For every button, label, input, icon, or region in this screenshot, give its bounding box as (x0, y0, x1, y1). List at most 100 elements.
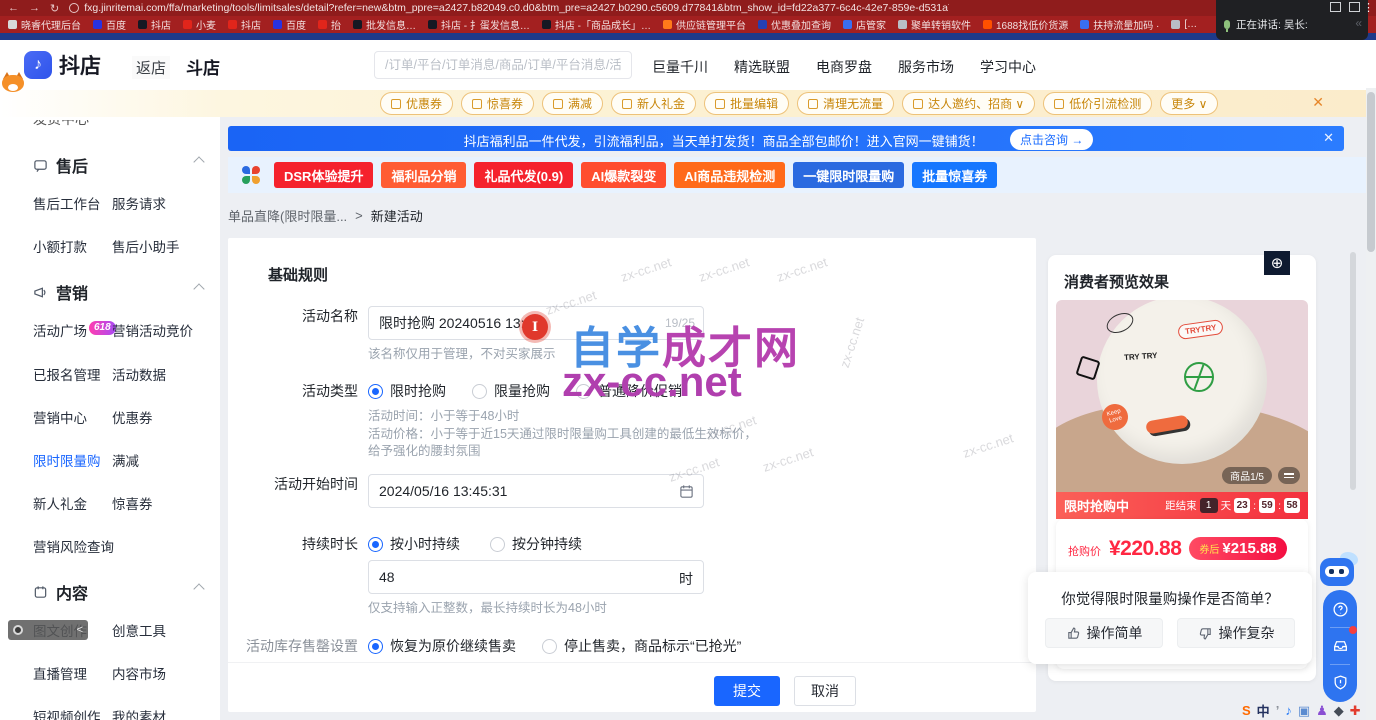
sidebar-item[interactable]: 售后工作台 (33, 193, 112, 213)
recorder-collapse-icon[interactable]: < (77, 624, 83, 636)
promo-close-icon[interactable]: ✕ (1312, 94, 1324, 111)
cancel-button[interactable]: 取消 (794, 676, 856, 706)
bookmark-item[interactable]: [… (1171, 19, 1197, 30)
ime-icon[interactable]: ✚ (1350, 703, 1361, 719)
sidebar-item[interactable]: 已报名管理 (33, 364, 112, 384)
ime-icon[interactable]: ♟ (1316, 703, 1328, 719)
promo-pill[interactable]: 达人邀约、招商 ∨ (902, 92, 1035, 115)
browser-menu-icon[interactable]: ⋮ (1363, 1, 1374, 14)
radio-option[interactable]: 限时抢购 (368, 381, 446, 401)
breadcrumb-parent[interactable]: 单品直降(限时限量... (228, 206, 347, 225)
radio-icon[interactable] (368, 384, 383, 399)
reload-icon[interactable]: ↻ (50, 2, 59, 15)
ime-icon[interactable]: ◆ (1334, 703, 1344, 719)
ime-icon[interactable]: ’ (1276, 703, 1280, 718)
bookmark-item[interactable]: 扶持流量加码 · (1080, 17, 1159, 32)
calendar-icon[interactable] (679, 484, 694, 504)
sidebar-item[interactable]: 营销活动竞价 (112, 320, 220, 341)
doudian-logo[interactable]: ♪ 抖店 (24, 50, 101, 80)
image-list-toggle-icon[interactable] (1278, 467, 1300, 484)
promo-pill[interactable]: 清理无流量 (797, 92, 894, 115)
bookmark-item[interactable]: 百度 (93, 17, 126, 32)
radio-option[interactable]: 停止售卖，商品标示“已抢光” (542, 636, 741, 656)
sidebar-item[interactable]: 优惠券 (112, 407, 220, 427)
sidebar-section-content[interactable]: 内容 (33, 580, 203, 604)
radio-icon[interactable] (472, 384, 487, 399)
address-bar[interactable]: fxg.jinritemai.com/ffa/marketing/tools/l… (69, 2, 949, 14)
bookmark-item[interactable]: 抖店 -「商品成长」… (542, 17, 651, 32)
help-icon[interactable] (1332, 601, 1349, 618)
tool-button[interactable]: 批量惊喜券 (912, 162, 997, 188)
sidebar-section-aftersale[interactable]: 售后 (33, 153, 203, 177)
header-nav-link[interactable]: 学习中心 (980, 57, 1036, 77)
sidebar-item[interactable]: 满减 (112, 450, 220, 470)
bookmark-item[interactable]: 抖店 - 扌蛋发信息… (428, 17, 530, 32)
sidebar-item-shipping-center[interactable]: 发货中心 (33, 117, 220, 129)
promo-pill[interactable]: 惊喜券 (461, 92, 534, 115)
radio-icon[interactable] (576, 384, 591, 399)
sidebar-item[interactable]: 短视频创作 (33, 706, 112, 720)
minimize-icon[interactable] (1330, 2, 1341, 12)
survey-easy-button[interactable]: 操作简单 (1045, 618, 1163, 648)
sidebar-item[interactable]: 服务请求 (112, 193, 220, 213)
maximize-icon[interactable] (1349, 2, 1360, 12)
ad-banner-close-icon[interactable]: ✕ (1323, 130, 1334, 146)
sidebar-item[interactable]: 售后小助手 (112, 236, 220, 256)
ime-icon[interactable]: ▣ (1298, 703, 1310, 719)
bookmark-item[interactable]: 优惠叠加查询 (758, 17, 831, 32)
panel-scrollbar-thumb[interactable] (1350, 252, 1356, 490)
promo-pill[interactable]: 低价引流检测 (1043, 92, 1152, 115)
ime-icon[interactable]: 中 (1257, 701, 1270, 720)
bookmark-item[interactable]: 抬 (318, 17, 341, 32)
tool-button[interactable]: 礼品代发(0.9) (474, 162, 573, 188)
sidebar-item[interactable]: 活动广场618 (33, 320, 112, 341)
radio-option[interactable]: 恢复为原价继续售卖 (368, 636, 516, 656)
start-time-input[interactable] (369, 475, 703, 507)
promo-pill[interactable]: 批量编辑 (704, 92, 789, 115)
sidebar-item[interactable]: 小额打款 (33, 236, 112, 256)
bookmark-item[interactable]: 批发信息… (353, 17, 416, 32)
sidebar-item[interactable]: 营销风险查询 (33, 536, 112, 556)
tool-button[interactable]: 一键限时限量购 (793, 162, 904, 188)
bookmark-item[interactable]: 晓睿代理后台 (8, 17, 81, 32)
bookmark-item[interactable]: 供应链管理平台 (663, 17, 746, 32)
tool-button[interactable]: AI爆款裂变 (581, 162, 666, 188)
sidebar-item[interactable]: 限时限量购 (33, 450, 112, 470)
tool-button[interactable]: DSR体验提升 (274, 162, 373, 188)
chevron-up-icon[interactable] (193, 583, 204, 594)
promo-pill[interactable]: 更多 ∨ (1160, 92, 1218, 115)
radio-icon[interactable] (368, 639, 383, 654)
tool-button[interactable]: 福利品分销 (381, 162, 466, 188)
feedback-inbox-icon[interactable] (1332, 637, 1349, 654)
radio-icon[interactable] (542, 639, 557, 654)
header-nav-link[interactable]: 巨量千川 (652, 57, 708, 77)
bookmark-item[interactable]: 聚单转销软件 (898, 17, 971, 32)
bookmark-item[interactable]: 抖店 (228, 17, 261, 32)
global-search-input[interactable] (374, 51, 632, 79)
radio-option[interactable]: 按分钟持续 (490, 534, 582, 554)
radio-option[interactable]: 按小时持续 (368, 534, 460, 554)
bookmark-item[interactable]: 抖店 (138, 17, 171, 32)
ime-icon[interactable]: S (1242, 703, 1251, 718)
submit-button[interactable]: 提交 (714, 676, 780, 706)
ad-banner-cta-button[interactable]: 点击咨询 → (1010, 129, 1093, 150)
ime-icon[interactable]: ♪ (1285, 703, 1292, 718)
report-shield-icon[interactable] (1332, 674, 1349, 691)
promo-pill[interactable]: 优惠券 (380, 92, 453, 115)
header-nav-link[interactable]: 精选联盟 (734, 57, 790, 77)
radio-icon[interactable] (490, 537, 505, 552)
sidebar-item[interactable]: 内容市场 (112, 663, 220, 683)
page-scrollbar-thumb[interactable] (1367, 92, 1375, 252)
promo-pill[interactable]: 满减 (542, 92, 603, 115)
sidebar-item[interactable]: 创意工具 (112, 620, 220, 640)
sidebar-item[interactable]: 营销中心 (33, 407, 112, 427)
sidebar-item[interactable]: 新人礼金 (33, 493, 112, 513)
duration-input[interactable] (369, 561, 703, 593)
bookmark-item[interactable]: 百度 (273, 17, 306, 32)
promo-pill[interactable]: 新人礼金 (611, 92, 696, 115)
back-to-shop-link[interactable]: 返店 (132, 56, 170, 79)
header-nav-link[interactable]: 服务市场 (898, 57, 954, 77)
assistant-robot-avatar[interactable] (1320, 556, 1356, 588)
tool-button[interactable]: AI商品违规检测 (674, 162, 785, 188)
bookmark-item[interactable]: 店管家 (843, 17, 886, 32)
